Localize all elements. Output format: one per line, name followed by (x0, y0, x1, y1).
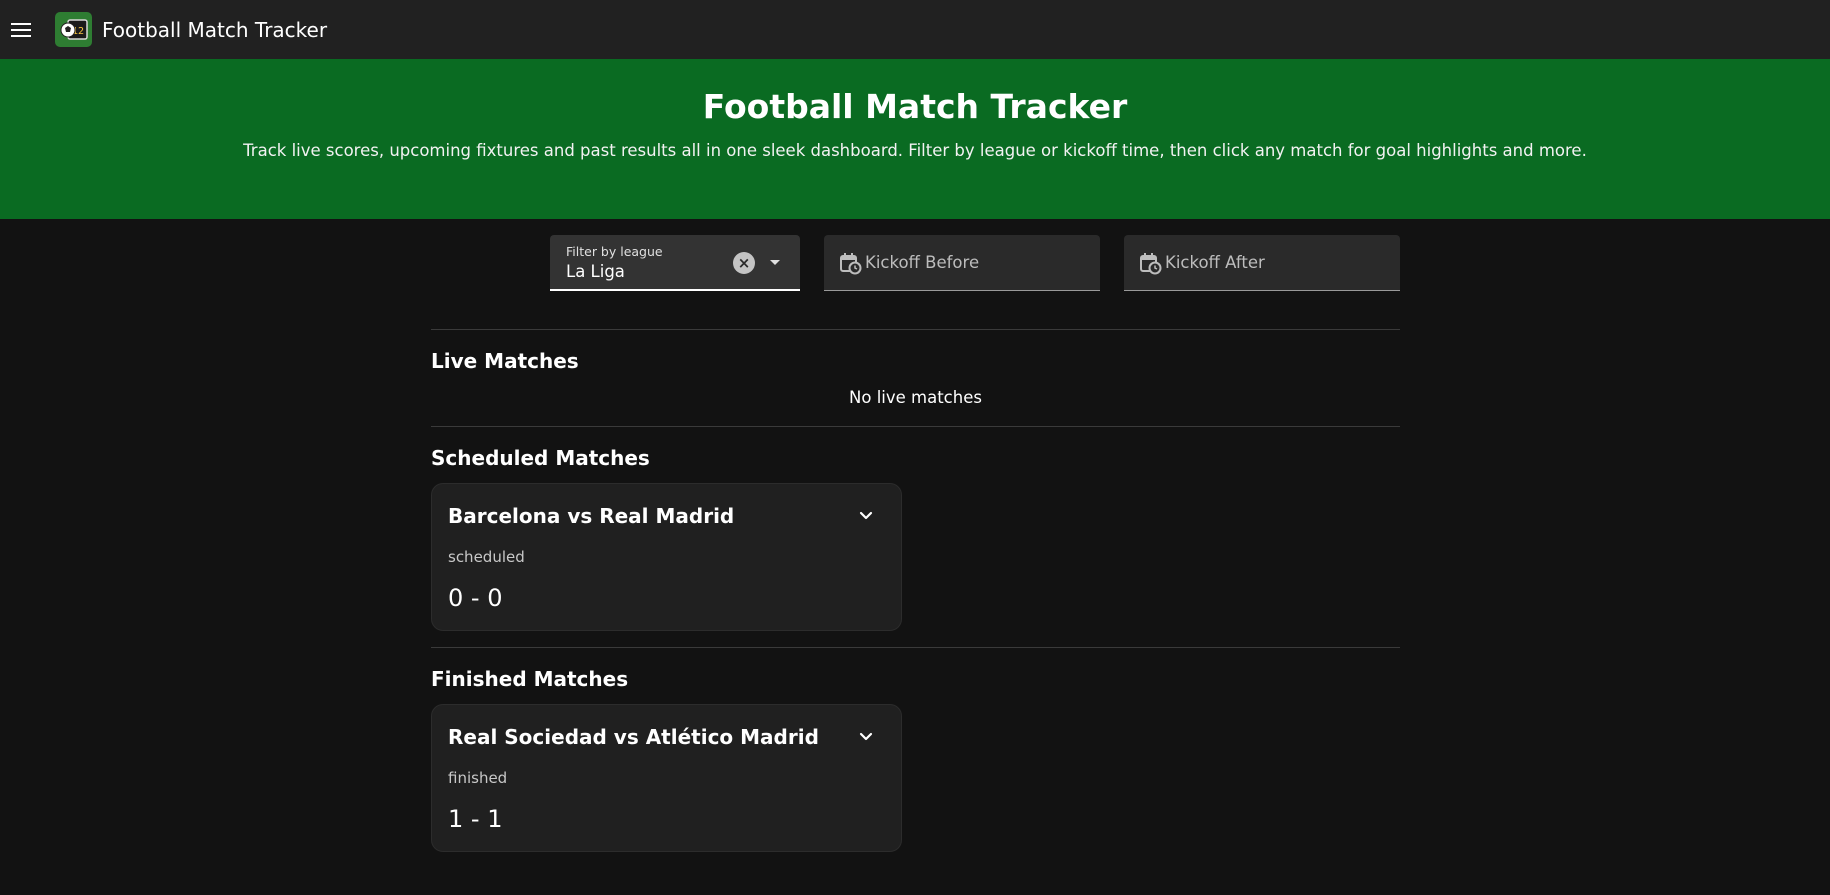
chevron-down-icon[interactable] (770, 260, 780, 265)
chevron-down-icon[interactable] (857, 507, 875, 525)
live-matches-title: Live Matches (431, 349, 579, 373)
match-card[interactable]: Barcelona vs Real Madrid scheduled 0 - 0 (431, 483, 902, 631)
app-title: Football Match Tracker (102, 17, 328, 42)
match-score: 0 - 0 (448, 584, 503, 612)
match-card[interactable]: Real Sociedad vs Atlético Madrid finishe… (431, 704, 902, 852)
league-filter-label: Filter by league (566, 244, 663, 259)
divider (431, 329, 1400, 330)
match-score: 1 - 1 (448, 805, 503, 833)
kickoff-before-placeholder: Kickoff Before (865, 253, 980, 272)
no-live-matches-text: No live matches (849, 388, 982, 407)
divider (431, 647, 1400, 648)
app-bar: 12 Football Match Tracker (0, 0, 1830, 59)
match-status: scheduled (448, 548, 525, 566)
kickoff-after-placeholder: Kickoff After (1165, 253, 1265, 272)
hero-title: Football Match Tracker (702, 87, 1128, 126)
chevron-down-icon[interactable] (857, 728, 875, 746)
calendar-clock-icon (1140, 253, 1162, 275)
match-status: finished (448, 769, 508, 787)
hero-subtitle: Track live scores, upcoming fixtures and… (243, 141, 1587, 160)
hero-banner: Football Match Tracker Track live scores… (0, 59, 1830, 219)
calendar-clock-icon (840, 253, 862, 275)
league-filter-select[interactable]: Filter by league La Liga × (550, 235, 800, 291)
divider (431, 426, 1400, 427)
football-scoreboard-icon: 12 (55, 12, 92, 47)
match-teams: Barcelona vs Real Madrid (448, 504, 735, 528)
menu-icon[interactable] (11, 19, 33, 41)
league-filter-value: La Liga (566, 262, 625, 281)
clear-icon[interactable]: × (733, 252, 755, 274)
scheduled-matches-title: Scheduled Matches (431, 446, 650, 470)
match-teams: Real Sociedad vs Atlético Madrid (448, 725, 819, 749)
kickoff-after-field[interactable]: Kickoff After (1124, 235, 1400, 291)
finished-matches-title: Finished Matches (431, 667, 629, 691)
kickoff-before-field[interactable]: Kickoff Before (824, 235, 1100, 291)
